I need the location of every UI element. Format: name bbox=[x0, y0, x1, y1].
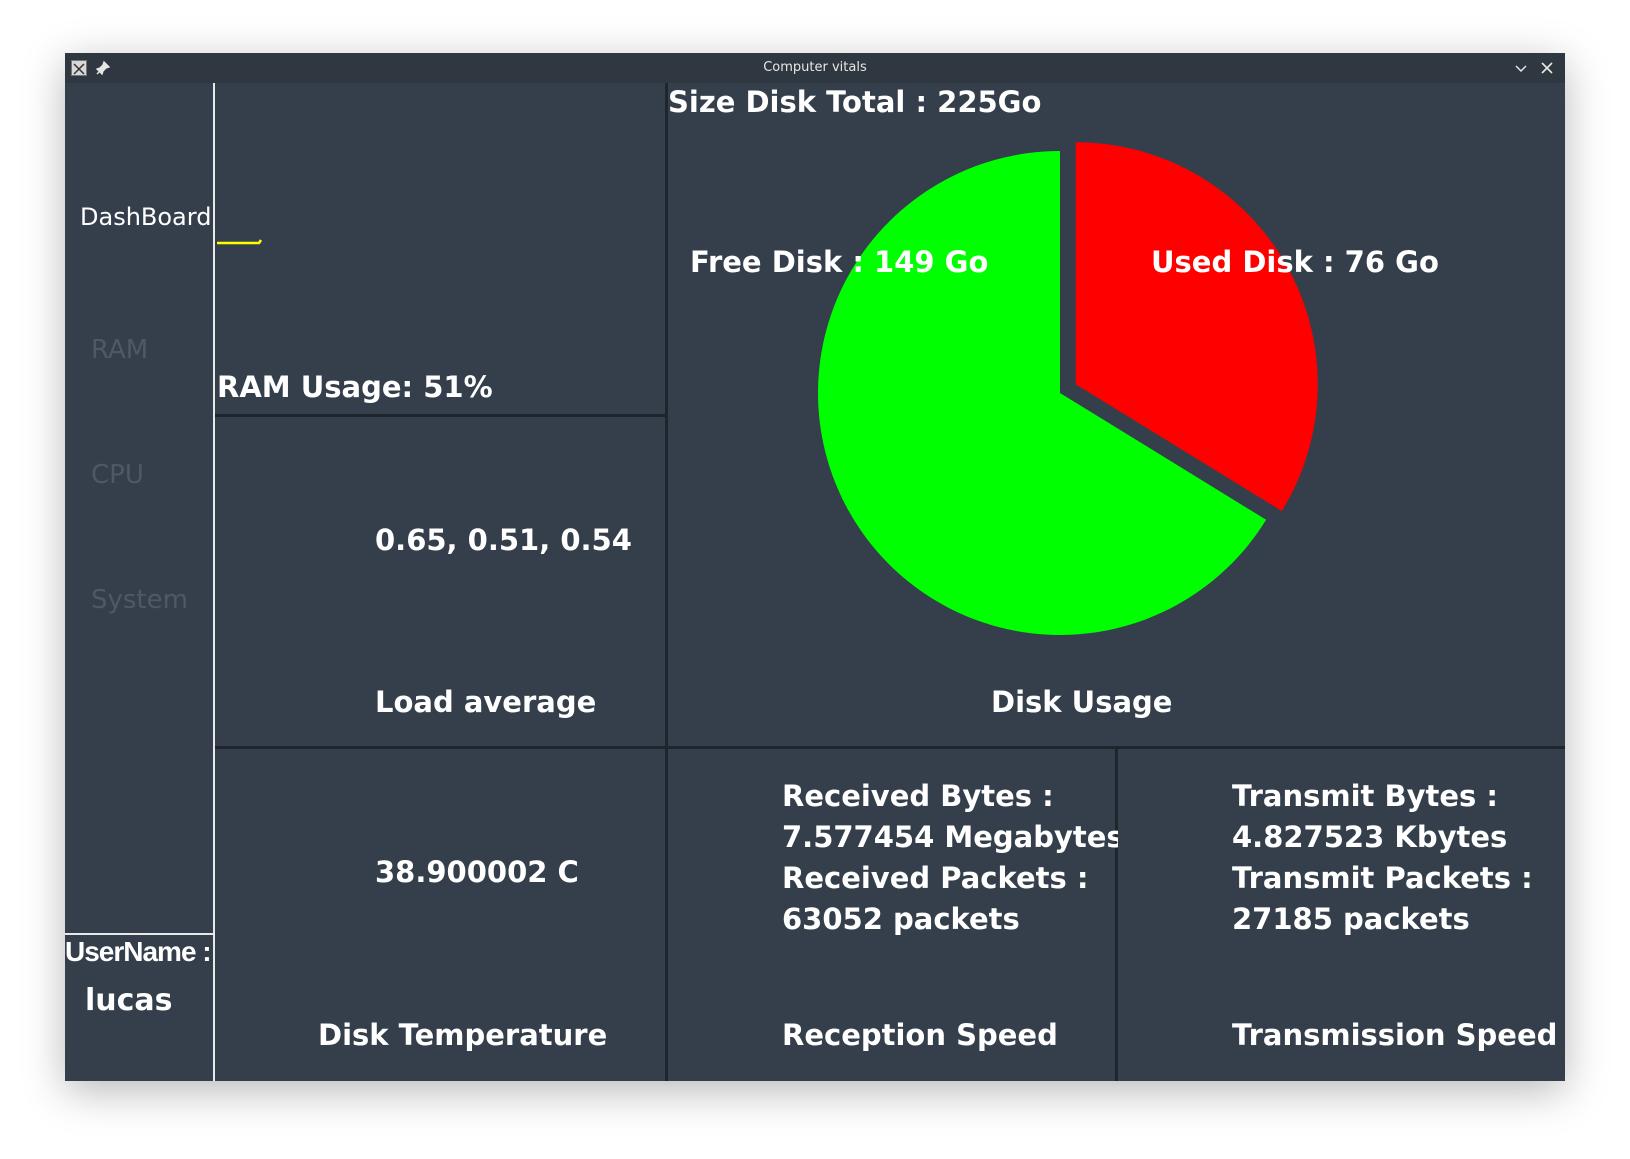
reception-stats: Received Bytes : 7.577454 Megabytes Rece… bbox=[782, 776, 1124, 940]
received-packets-value: 63052 packets bbox=[782, 902, 1020, 936]
reception-panel: Received Bytes : 7.577454 Megabytes Rece… bbox=[668, 749, 1124, 1081]
window-title: Computer vitals bbox=[763, 60, 867, 75]
transmission-panel: Transmit Bytes : 4.827523 Kbytes Transmi… bbox=[1118, 749, 1565, 1081]
transmit-packets-label: Transmit Packets : bbox=[1232, 861, 1533, 895]
transmit-packets-value: 27185 packets bbox=[1232, 902, 1470, 936]
divider bbox=[65, 933, 213, 935]
received-packets-label: Received Packets : bbox=[782, 861, 1089, 895]
temperature-panel: 38.900002 C Disk Temperature bbox=[217, 749, 665, 1081]
app-window: Computer vitals DashBoard RAM CPU System… bbox=[65, 53, 1565, 1081]
ram-usage-line bbox=[217, 239, 263, 245]
load-title: Load average bbox=[375, 685, 597, 719]
window-body: DashBoard RAM CPU System UserName : luca… bbox=[65, 83, 1565, 1081]
transmission-stats: Transmit Bytes : 4.827523 Kbytes Transmi… bbox=[1232, 776, 1533, 940]
temperature-title: Disk Temperature bbox=[318, 1018, 608, 1052]
ram-usage-label: RAM Usage: 51% bbox=[217, 370, 493, 404]
username-value: lucas bbox=[85, 983, 173, 1018]
transmit-bytes-label: Transmit Bytes : bbox=[1232, 779, 1498, 813]
load-value: 0.65, 0.51, 0.54 bbox=[375, 523, 632, 557]
username-label: UserName : bbox=[65, 936, 212, 967]
free-disk-label: Free Disk : 149 Go bbox=[690, 245, 989, 279]
disk-usage-title: Disk Usage bbox=[991, 685, 1173, 719]
temperature-value: 38.900002 C bbox=[375, 855, 579, 889]
used-disk-label: Used Disk : 76 Go bbox=[1151, 245, 1439, 279]
transmit-bytes-value: 4.827523 Kbytes bbox=[1232, 820, 1508, 854]
title-bar[interactable]: Computer vitals bbox=[65, 53, 1565, 83]
sidebar: DashBoard RAM CPU System UserName : luca… bbox=[65, 83, 215, 1081]
close-icon[interactable] bbox=[1539, 60, 1555, 76]
transmission-title: Transmission Speed bbox=[1232, 1018, 1558, 1052]
received-bytes-label: Received Bytes : bbox=[782, 779, 1054, 813]
load-panel: 0.65, 0.51, 0.54 Load average bbox=[217, 417, 665, 746]
chevron-down-icon[interactable] bbox=[1513, 60, 1529, 76]
disk-pie-chart bbox=[817, 142, 1318, 635]
received-bytes-value: 7.577454 Megabytes bbox=[782, 820, 1124, 854]
reception-title: Reception Speed bbox=[782, 1018, 1058, 1052]
ram-panel: RAM Usage: 51% bbox=[217, 83, 665, 414]
sidebar-item-dashboard[interactable]: DashBoard bbox=[80, 203, 228, 231]
disk-panel: Size Disk Total : 225Go Free Disk : 149 … bbox=[668, 83, 1565, 746]
